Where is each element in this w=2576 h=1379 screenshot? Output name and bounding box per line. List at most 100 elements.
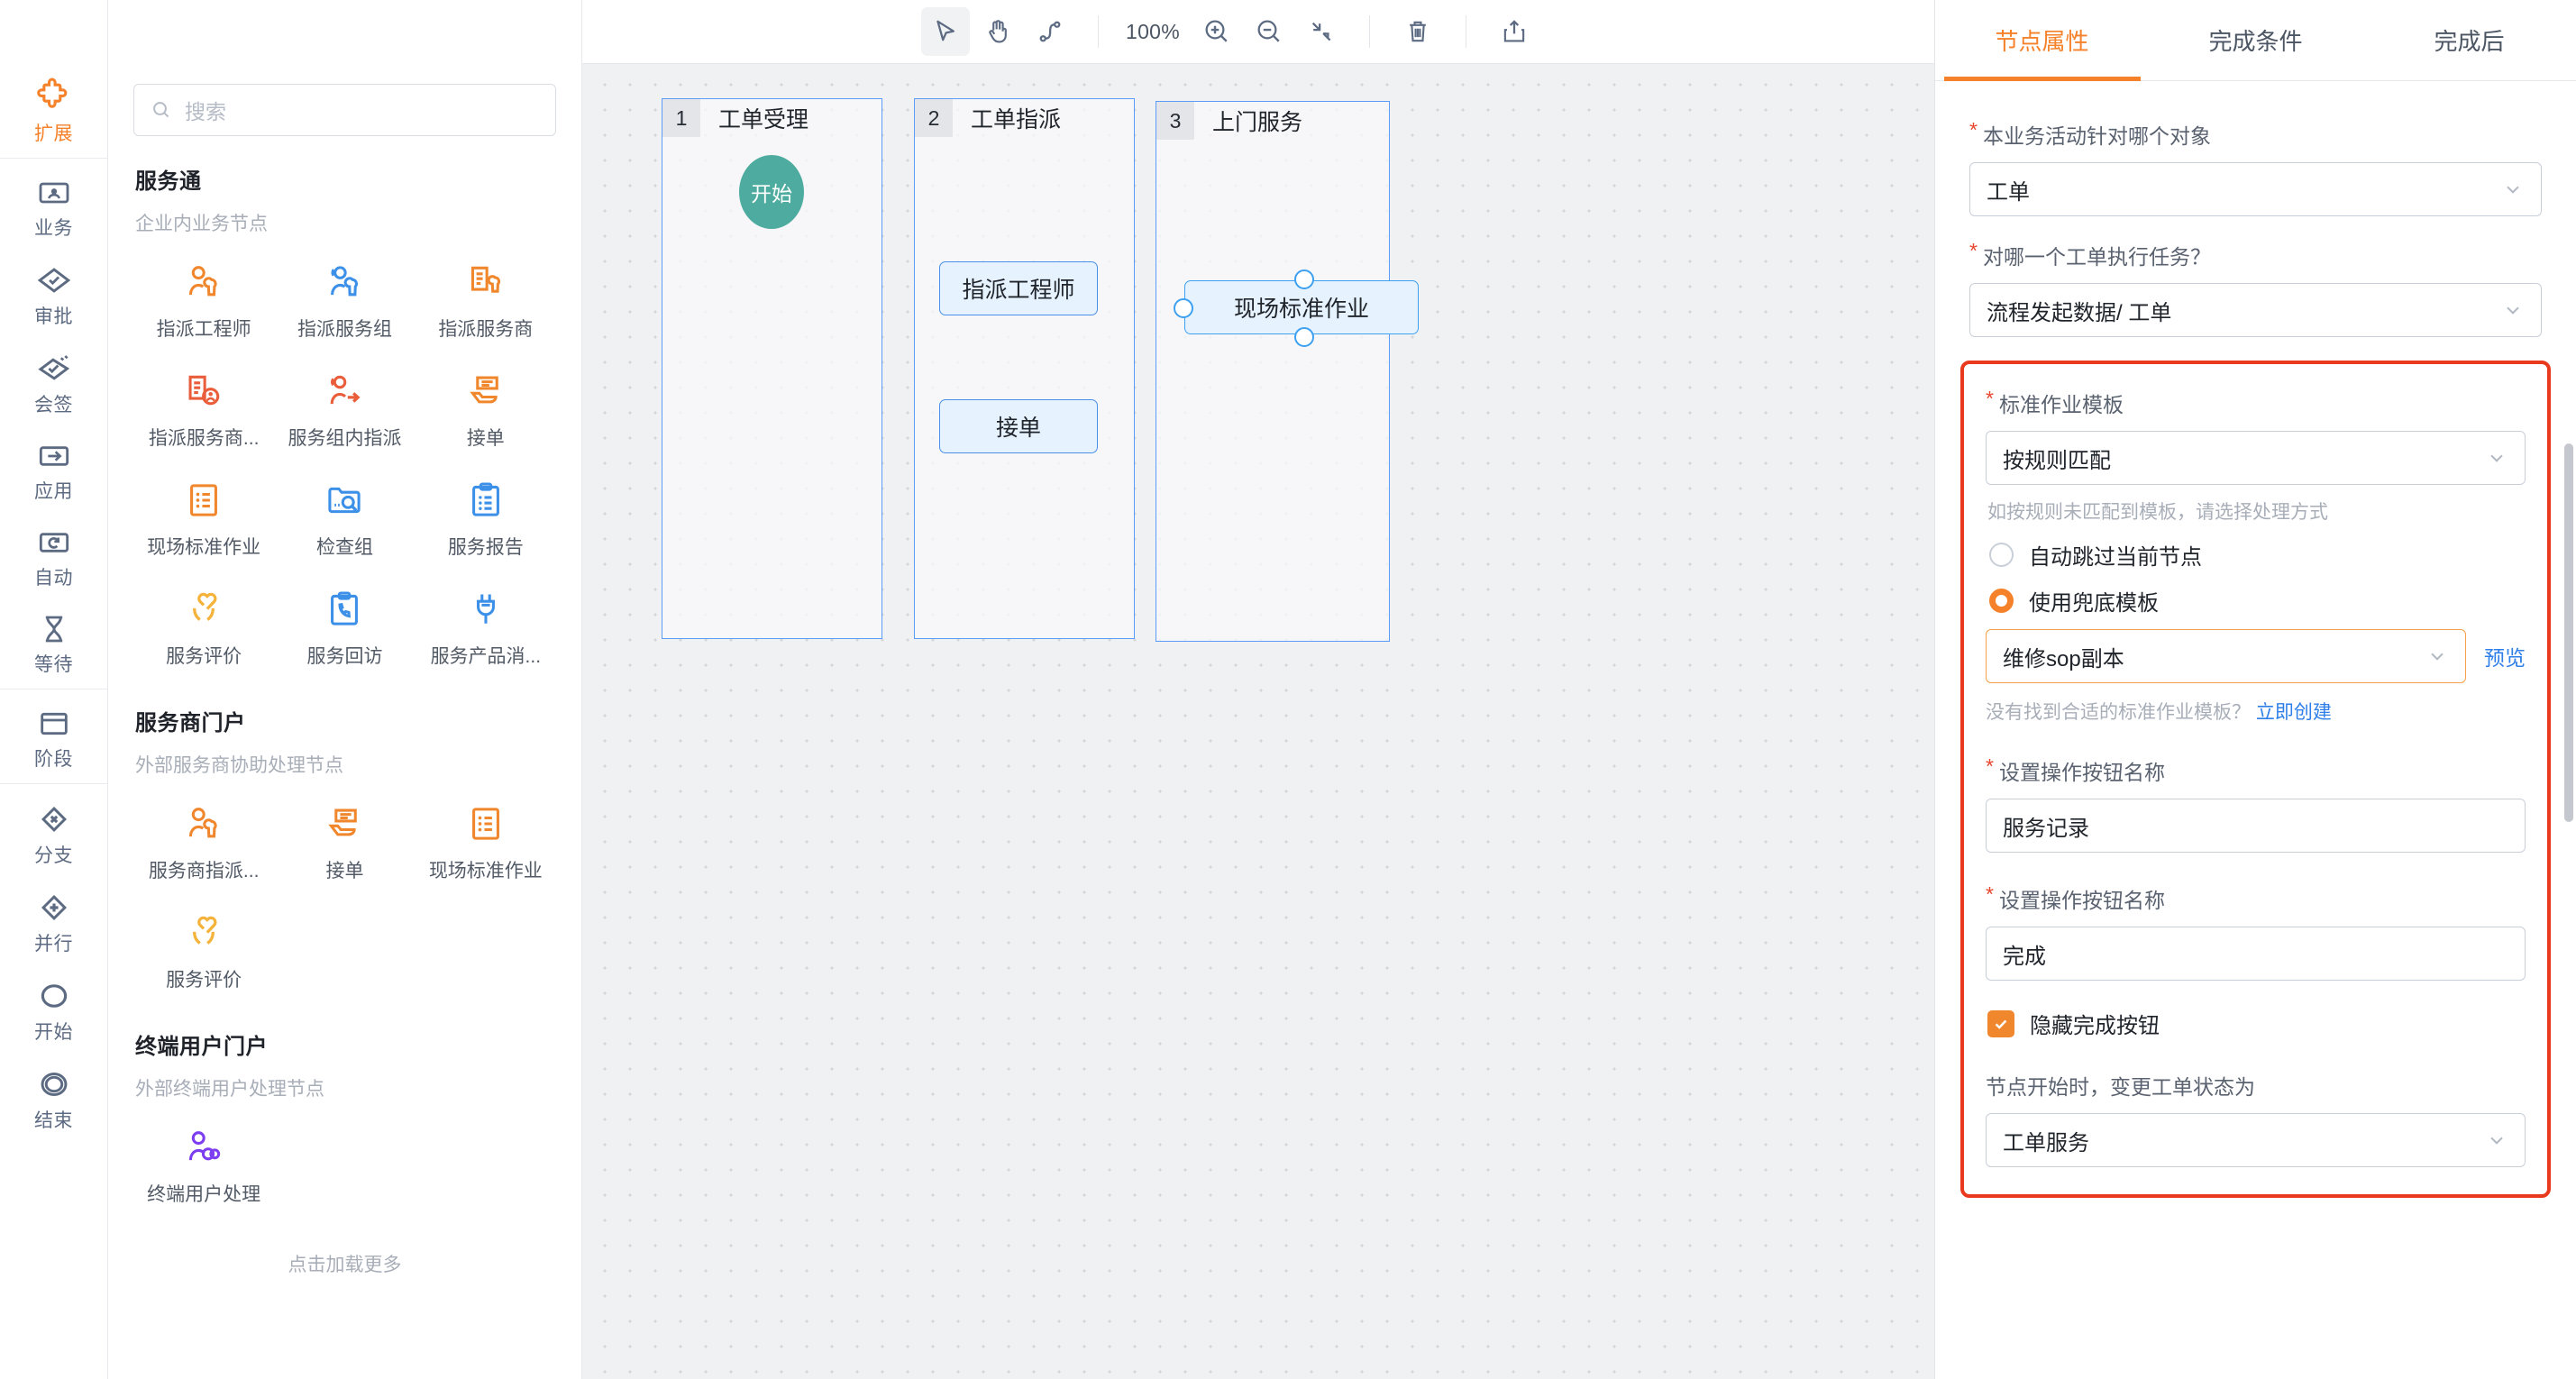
library-node[interactable]: 指派服务商 [416,242,556,351]
search-icon [153,102,169,118]
radio-use-fallback[interactable]: 使用兜底模板 [1989,585,2526,616]
zoom-in-button[interactable] [1192,7,1241,56]
library-node[interactable]: 服务组内指派 [274,351,415,460]
tab-after-completion[interactable]: 完成后 [2362,0,2576,80]
rail-item-branch[interactable]: 分支 [0,788,107,876]
rail-item-application[interactable]: 应用 [0,425,107,512]
rail-item-label: 分支 [34,845,73,866]
action-button-1-input[interactable]: 服务记录 [1986,799,2526,853]
library-node[interactable]: 终端用户处理 [133,1107,274,1216]
connector-tool-button[interactable] [1026,7,1074,56]
scrollbar-thumb[interactable] [2564,443,2573,822]
library-node[interactable]: 服务评价 [133,569,274,678]
chevron-down-icon [2490,454,2503,462]
action-button-2-input[interactable]: 完成 [1986,927,2526,981]
toolbar-buttons: 100% [921,7,1539,56]
export-button[interactable] [1490,7,1539,56]
rail-item-countersign[interactable]: 会签 [0,337,107,425]
select-tool-button[interactable] [921,7,970,56]
rail-item-business[interactable]: 业务 [0,162,107,249]
rail-item-label: 等待 [34,654,73,675]
library-node[interactable]: 现场标准作业 [133,460,274,569]
properties-tabs: 节点属性 完成条件 完成后 [1935,0,2576,81]
rail-item-stage[interactable]: 阶段 [0,693,107,780]
rail-item-start[interactable]: 开始 [0,964,107,1053]
library-node[interactable]: 服务评价 [133,892,274,1001]
rail-item-approval[interactable]: 审批 [0,249,107,337]
swimlane[interactable]: 2 工单指派 [914,98,1135,639]
create-template-note: 没有找到合适的标准作业模板？ 立即创建 [1986,698,2526,725]
rail-item-automation[interactable]: 自动 [0,512,107,598]
rail-item-label: 扩展 [34,123,73,144]
hide-finish-button-checkbox[interactable]: 隐藏完成按钮 [1987,1008,2526,1039]
rail-item-label: 开始 [34,1022,73,1043]
library-node[interactable]: 接单 [274,783,415,892]
sop-template-select[interactable]: 按规则匹配 [1986,431,2526,485]
fallback-template-select[interactable]: 维修sop副本 [1986,629,2466,683]
group-subtitle: 企业内业务节点 [135,214,268,234]
flow-node-task-selected[interactable]: 现场标准作业 [1174,269,1419,347]
target-order-select[interactable]: 流程发起数据/ 工单 [1969,283,2542,337]
flow-node-label: 现场标准作业 [1233,297,1369,322]
tab-label: 完成条件 [2208,28,2303,55]
field-label: 设置操作按钮名称 [1998,761,2165,784]
properties-scrollbar[interactable] [2564,83,2573,1375]
tab-completion-condition[interactable]: 完成条件 [2149,0,2362,80]
library-node[interactable]: 服务商指派... [133,783,274,892]
required-marker: * [1986,754,1994,778]
library-node[interactable]: 服务报告 [416,460,556,569]
fit-view-button[interactable] [1297,7,1346,56]
rail-item-extension[interactable]: 扩展 [0,64,107,154]
search-input[interactable]: 搜索 [133,84,556,136]
resize-handle-bottom[interactable] [1294,327,1314,347]
library-node[interactable]: 现场标准作业 [416,783,556,892]
library-node[interactable]: 服务产品消... [416,569,556,678]
flow-node-start[interactable]: 开始 [739,155,804,229]
trash-icon [1410,21,1426,42]
swimlane-header: 2 工单指派 [915,99,1134,137]
create-template-link[interactable]: 立即创建 [2256,702,2332,723]
business-object-select[interactable]: 工单 [1969,162,2542,216]
hourglass-icon [45,616,62,643]
rail-item-label: 会签 [34,395,73,416]
library-node-label: 接单 [325,861,364,881]
create-note-text: 没有找到合适的标准作业模板？ [1986,702,2251,723]
library-node-label: 服务组内指派 [288,428,402,449]
library-node[interactable]: 检查组 [274,460,415,569]
diamond-x-icon [41,806,67,833]
radio-skip-node[interactable]: 自动跳过当前节点 [1989,539,2526,571]
rail-item-parallel[interactable]: 并行 [0,876,107,964]
field-business-object: * 本业务活动针对哪个对象 工单 [1969,118,2542,216]
library-node[interactable]: 指派工程师 [133,242,274,351]
flow-node-task[interactable]: 指派工程师 [939,261,1098,315]
load-more-button[interactable]: 点击加载更多 [133,1250,556,1277]
delete-button[interactable] [1393,7,1442,56]
flow-canvas[interactable]: 1 工单受理 2 工单指派 3 上门服务 开始 指派工程师 接单 现场标准作业 [582,64,1934,1379]
node-grid: 终端用户处理 [133,1107,556,1216]
double-circle-icon [41,1072,67,1097]
swimlane[interactable]: 3 上门服务 [1156,101,1390,642]
library-node-label: 服务产品消... [430,646,542,667]
field-label: 本业务活动针对哪个对象 [1982,124,2211,148]
checklist-icon [471,808,499,840]
library-node[interactable]: 指派服务组 [274,242,415,351]
window-icon [40,712,68,735]
toolbar-divider [1098,15,1099,48]
resize-handle-top[interactable] [1294,269,1314,289]
library-node[interactable]: 服务回访 [274,569,415,678]
preview-link[interactable]: 预览 [2484,641,2526,671]
radio-label: 使用兜底模板 [2029,591,2159,616]
swimlane-name: 上门服务 [1212,110,1303,135]
flow-node-task[interactable]: 接单 [939,399,1098,453]
pan-tool-button[interactable] [973,7,1022,56]
zoom-out-button[interactable] [1245,7,1293,56]
library-node[interactable]: 指派服务商... [133,351,274,460]
tab-node-properties[interactable]: 节点属性 [1935,0,2149,80]
order-status-select[interactable]: 工单服务 [1986,1113,2526,1167]
resize-handle-left[interactable] [1174,298,1193,318]
rail-item-wait[interactable]: 等待 [0,598,107,685]
radio-label: 自动跳过当前节点 [2029,545,2202,570]
node-grid: 服务商指派... 接单 现场标准作业 服务评价 [133,783,556,1001]
rail-item-end[interactable]: 结束 [0,1053,107,1141]
library-node[interactable]: 接单 [416,351,556,460]
